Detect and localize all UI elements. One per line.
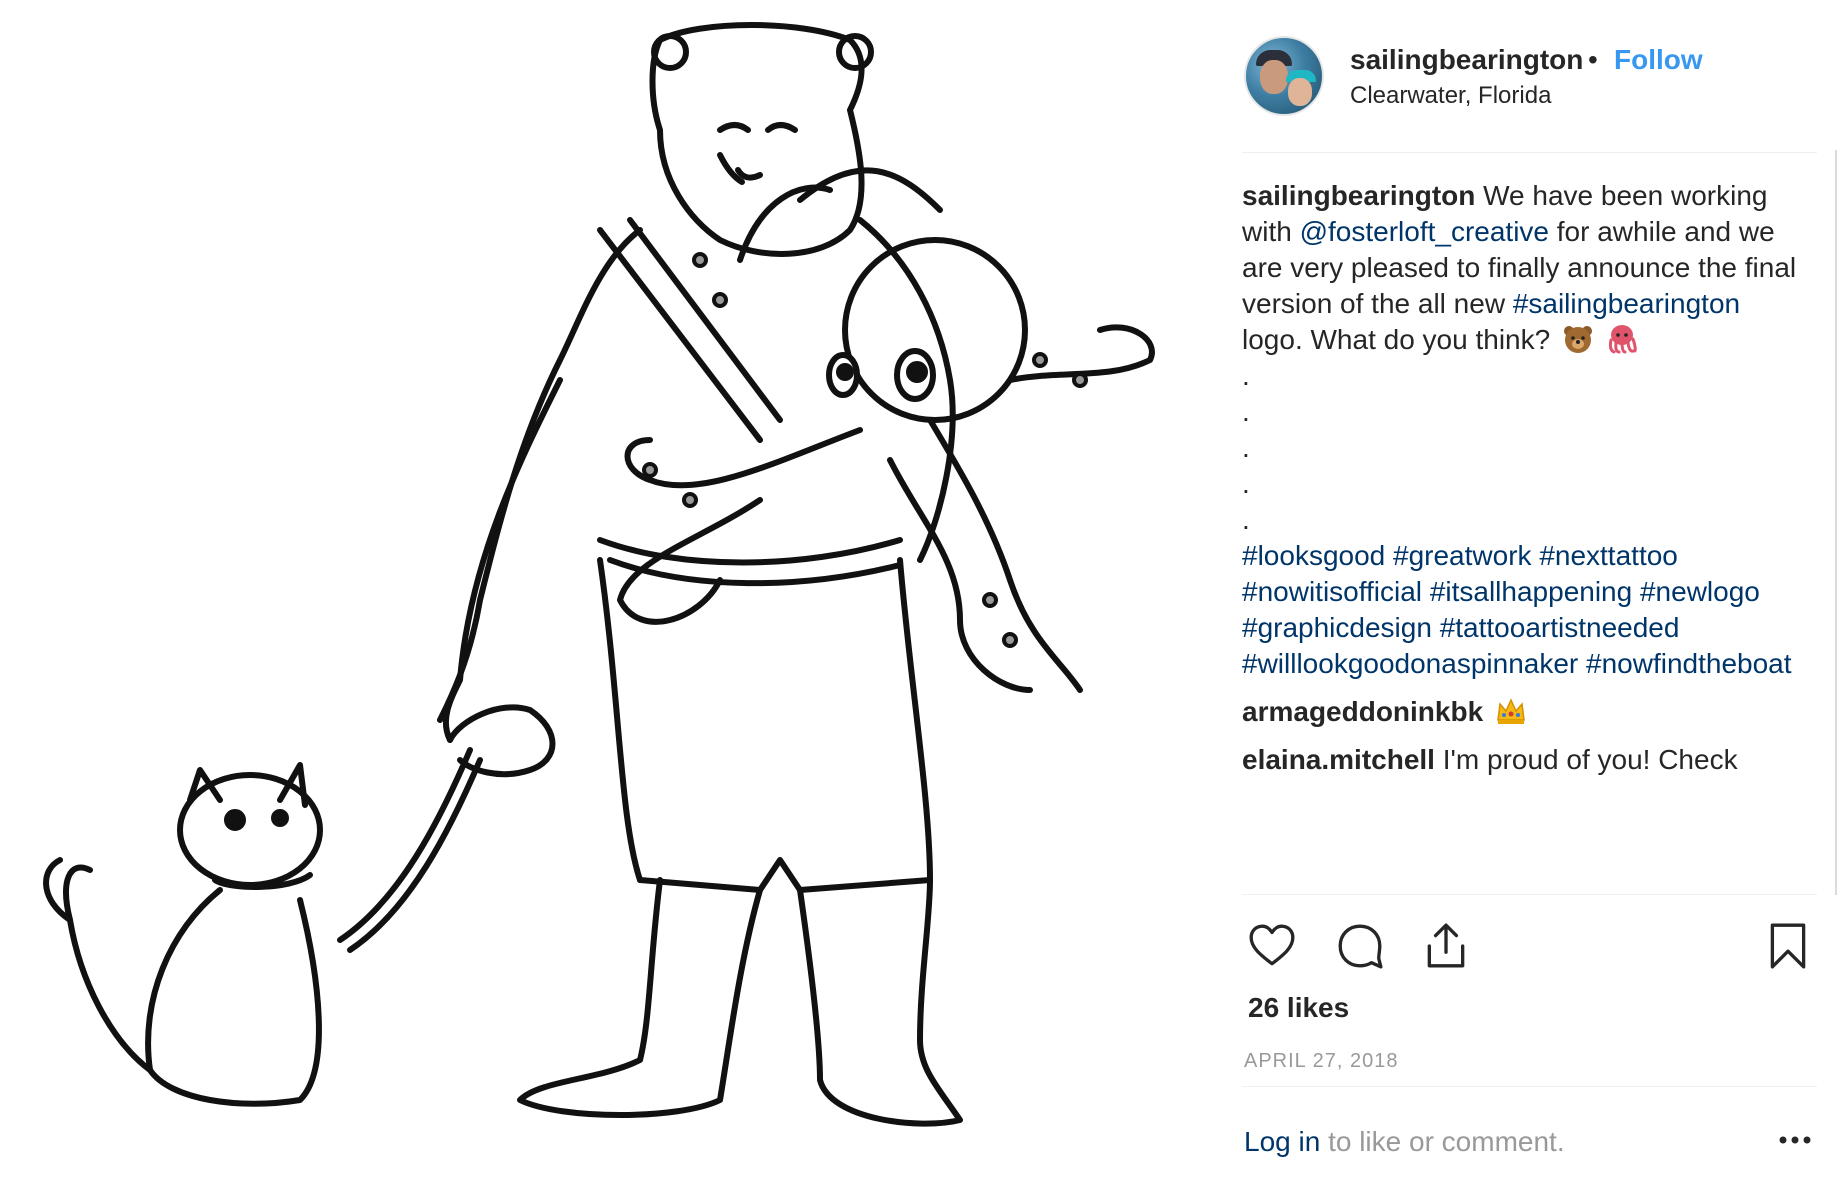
divider (1242, 1086, 1817, 1087)
caption: sailingbearington We have been working w… (1242, 178, 1797, 682)
comment-item: elaina.mitchell I'm proud of you! Check (1242, 742, 1797, 778)
hashtag-link[interactable]: #nowitisofficial (1242, 576, 1422, 607)
hashtags: #looksgood #greatwork #nexttattoo #nowit… (1242, 538, 1797, 682)
hashtag-link[interactable]: #tattooartistneeded (1440, 612, 1680, 643)
hashtag-link[interactable]: #greatwork (1393, 540, 1532, 571)
login-prompt: Log in to like or comment. (1244, 1126, 1565, 1158)
hashtag-link[interactable]: #graphicdesign (1242, 612, 1432, 643)
hashtag-link[interactable]: #newlogo (1640, 576, 1760, 607)
login-link[interactable]: Log in (1244, 1126, 1320, 1157)
follow-button[interactable]: Follow (1614, 44, 1703, 76)
crown-emoji-icon (1497, 698, 1525, 724)
comment-username[interactable]: armageddoninkbk (1242, 696, 1483, 727)
hashtag-link[interactable]: #sailingbearington (1513, 288, 1740, 319)
hashtag-link[interactable]: #nexttattoo (1539, 540, 1678, 571)
share-icon (1427, 923, 1465, 968)
avatar[interactable] (1244, 36, 1324, 116)
comments-list[interactable]: sailingbearington We have been working w… (1242, 178, 1797, 896)
comment-item: armageddoninkbk (1242, 694, 1797, 730)
caption-dot: . (1242, 468, 1250, 499)
octopus-emoji-icon (1608, 325, 1637, 354)
hashtag-link[interactable]: #itsallhappening (1430, 576, 1632, 607)
caption-dot: . (1242, 360, 1250, 391)
likes-count[interactable]: 26 likes (1248, 992, 1349, 1024)
mention-link[interactable]: @fosterloft_creative (1300, 216, 1549, 247)
hashtag-link[interactable]: #willlookgoodonaspinnaker (1242, 648, 1578, 679)
location-link[interactable]: Clearwater, Florida (1350, 82, 1551, 110)
divider (1242, 152, 1817, 153)
caption-dot: . (1242, 504, 1250, 535)
ellipsis-icon[interactable] (1777, 1128, 1813, 1152)
bear-emoji-icon (1563, 326, 1592, 353)
caption-dot: . (1242, 432, 1250, 463)
caption-text-3: logo. What do you think? (1242, 324, 1551, 355)
bookmark-icon (1770, 923, 1806, 969)
divider (1242, 894, 1817, 895)
header-username[interactable]: sailingbearington (1350, 44, 1583, 76)
comment-username[interactable]: elaina.mitchell (1242, 744, 1435, 775)
comments-scrollbar[interactable] (1835, 150, 1837, 895)
illustration-bear-octopus-cat (43, 22, 1155, 1127)
comment-text: I'm proud of you! Check (1434, 744, 1738, 775)
post-date: APRIL 27, 2018 (1244, 1050, 1399, 1072)
comment-button[interactable] (1332, 918, 1388, 974)
post-header: sailingbearington • Follow Clearwater, F… (1242, 34, 1817, 134)
like-button[interactable] (1244, 918, 1300, 974)
action-bar (1242, 918, 1817, 974)
post-side-panel: sailingbearington • Follow Clearwater, F… (1242, 0, 1817, 1196)
caption-username[interactable]: sailingbearington (1242, 180, 1475, 211)
post-image[interactable] (0, 0, 1210, 1196)
speech-bubble-icon (1338, 924, 1383, 969)
login-text: to like or comment. (1320, 1126, 1565, 1157)
share-button[interactable] (1418, 918, 1474, 974)
hashtag-link[interactable]: #looksgood (1242, 540, 1385, 571)
caption-dot: . (1242, 396, 1250, 427)
save-button[interactable] (1760, 918, 1816, 974)
header-separator: • (1588, 44, 1598, 75)
heart-icon (1249, 924, 1295, 966)
hashtag-link[interactable]: #nowfindtheboat (1586, 648, 1792, 679)
